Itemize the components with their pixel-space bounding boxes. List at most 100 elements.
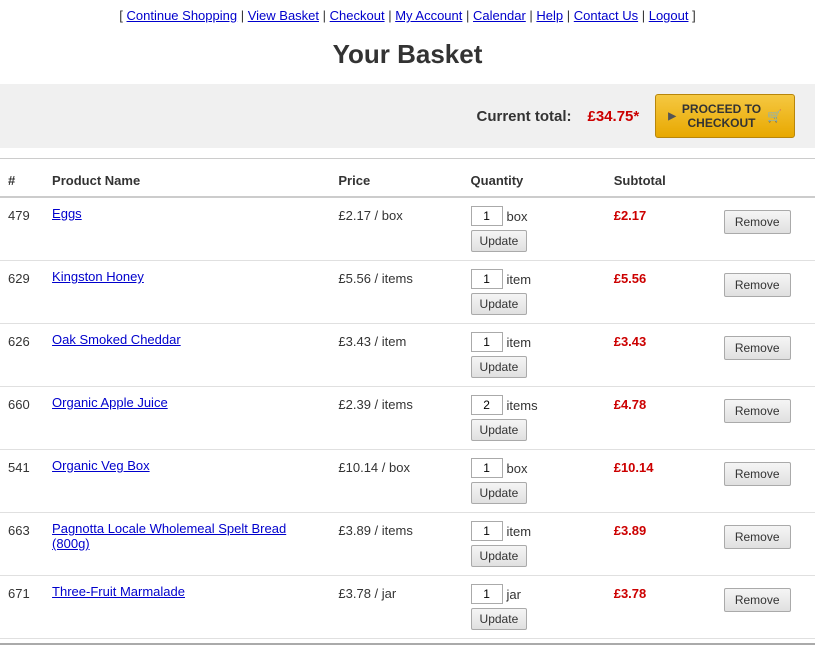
proceed-label: PROCEED TOCHECKOUT [682, 102, 761, 130]
product-name-cell: Kingston Honey [44, 261, 330, 324]
quantity-input[interactable] [471, 206, 503, 226]
remove-button[interactable]: Remove [724, 336, 791, 360]
update-button[interactable]: Update [471, 356, 528, 378]
action-cell: Remove [716, 324, 815, 387]
row-id: 541 [0, 450, 44, 513]
play-icon: ▶ [668, 111, 676, 122]
row-id: 660 [0, 387, 44, 450]
product-name-cell: Organic Apple Juice [44, 387, 330, 450]
basket-table: # Product Name Price Quantity Subtotal 4… [0, 165, 815, 639]
calendar-link[interactable]: Calendar [473, 8, 526, 23]
product-link[interactable]: Organic Veg Box [52, 458, 150, 473]
col-header-price: Price [330, 165, 462, 197]
product-link[interactable]: Eggs [52, 206, 82, 221]
update-button[interactable]: Update [471, 608, 528, 630]
quantity-cell: box Update [463, 450, 606, 513]
checkout-link[interactable]: Checkout [330, 8, 385, 23]
help-link[interactable]: Help [536, 8, 563, 23]
qty-unit: box [507, 209, 528, 224]
product-link[interactable]: Three-Fruit Marmalade [52, 584, 185, 599]
row-id: 629 [0, 261, 44, 324]
table-row: 541 Organic Veg Box £10.14 / box box Upd… [0, 450, 815, 513]
summary-bar: Current total: £34.75* ▶ PROCEED TOCHECK… [0, 84, 815, 148]
product-name-cell: Eggs [44, 197, 330, 261]
quantity-cell: jar Update [463, 576, 606, 639]
product-link[interactable]: Kingston Honey [52, 269, 144, 284]
subtotal-cell: £5.56 [606, 261, 716, 324]
price-cell: £5.56 / items [330, 261, 462, 324]
qty-unit: item [507, 335, 532, 350]
table-row: 626 Oak Smoked Cheddar £3.43 / item item… [0, 324, 815, 387]
price-cell: £10.14 / box [330, 450, 462, 513]
update-button[interactable]: Update [471, 230, 528, 252]
product-link[interactable]: Organic Apple Juice [52, 395, 168, 410]
table-row: 629 Kingston Honey £5.56 / items item Up… [0, 261, 815, 324]
contact-us-link[interactable]: Contact Us [574, 8, 638, 23]
subtotal-cell: £3.78 [606, 576, 716, 639]
product-name-cell: Three-Fruit Marmalade [44, 576, 330, 639]
remove-button[interactable]: Remove [724, 399, 791, 423]
remove-button[interactable]: Remove [724, 273, 791, 297]
col-header-subtotal: Subtotal [606, 165, 716, 197]
action-cell: Remove [716, 197, 815, 261]
subtotal-cell: £4.78 [606, 387, 716, 450]
remove-button[interactable]: Remove [724, 210, 791, 234]
quantity-input[interactable] [471, 584, 503, 604]
qty-unit: items [507, 398, 538, 413]
table-row: 671 Three-Fruit Marmalade £3.78 / jar ja… [0, 576, 815, 639]
quantity-cell: item Update [463, 261, 606, 324]
price-cell: £3.89 / items [330, 513, 462, 576]
update-button[interactable]: Update [471, 482, 528, 504]
quantity-input[interactable] [471, 395, 503, 415]
proceed-to-checkout-button[interactable]: ▶ PROCEED TOCHECKOUT 🛒 [655, 94, 795, 138]
quantity-input[interactable] [471, 521, 503, 541]
product-name-cell: Organic Veg Box [44, 450, 330, 513]
logout-link[interactable]: Logout [649, 8, 689, 23]
action-cell: Remove [716, 261, 815, 324]
product-name-cell: Oak Smoked Cheddar [44, 324, 330, 387]
quantity-cell: items Update [463, 387, 606, 450]
total-amount: £34.75* [588, 108, 640, 125]
nav-bracket-close: ] [692, 8, 696, 23]
update-button[interactable]: Update [471, 419, 528, 441]
view-basket-link[interactable]: View Basket [248, 8, 319, 23]
quantity-input[interactable] [471, 332, 503, 352]
quantity-cell: item Update [463, 324, 606, 387]
total-label: Current total: [477, 108, 572, 125]
continue-shopping-link[interactable]: Continue Shopping [127, 8, 238, 23]
col-header-quantity: Quantity [463, 165, 606, 197]
quantity-cell: item Update [463, 513, 606, 576]
product-link[interactable]: Oak Smoked Cheddar [52, 332, 181, 347]
remove-button[interactable]: Remove [724, 525, 791, 549]
subtotal-cell: £2.17 [606, 197, 716, 261]
quantity-input[interactable] [471, 269, 503, 289]
price-cell: £3.43 / item [330, 324, 462, 387]
divider [0, 158, 815, 159]
col-header-number: # [0, 165, 44, 197]
update-button[interactable]: Update [471, 545, 528, 567]
row-id: 671 [0, 576, 44, 639]
remove-button[interactable]: Remove [724, 462, 791, 486]
row-id: 479 [0, 197, 44, 261]
product-link[interactable]: Pagnotta Locale Wholemeal Spelt Bread (8… [52, 521, 286, 551]
action-cell: Remove [716, 450, 815, 513]
nav-bar: [ Continue Shopping | View Basket | Chec… [0, 0, 815, 29]
col-header-action [716, 165, 815, 197]
subtotal-cell: £3.43 [606, 324, 716, 387]
subtotal-cell: £3.89 [606, 513, 716, 576]
qty-unit: item [507, 272, 532, 287]
price-cell: £2.39 / items [330, 387, 462, 450]
update-button[interactable]: Update [471, 293, 528, 315]
table-row: 479 Eggs £2.17 / box box Update £2.17 Re… [0, 197, 815, 261]
my-account-link[interactable]: My Account [395, 8, 462, 23]
cart-icon: 🛒 [767, 109, 782, 123]
quantity-input[interactable] [471, 458, 503, 478]
nav-bracket-open: [ [119, 8, 126, 23]
col-header-product: Product Name [44, 165, 330, 197]
action-cell: Remove [716, 576, 815, 639]
remove-button[interactable]: Remove [724, 588, 791, 612]
action-cell: Remove [716, 513, 815, 576]
row-id: 626 [0, 324, 44, 387]
qty-unit: jar [507, 587, 521, 602]
qty-unit: box [507, 461, 528, 476]
